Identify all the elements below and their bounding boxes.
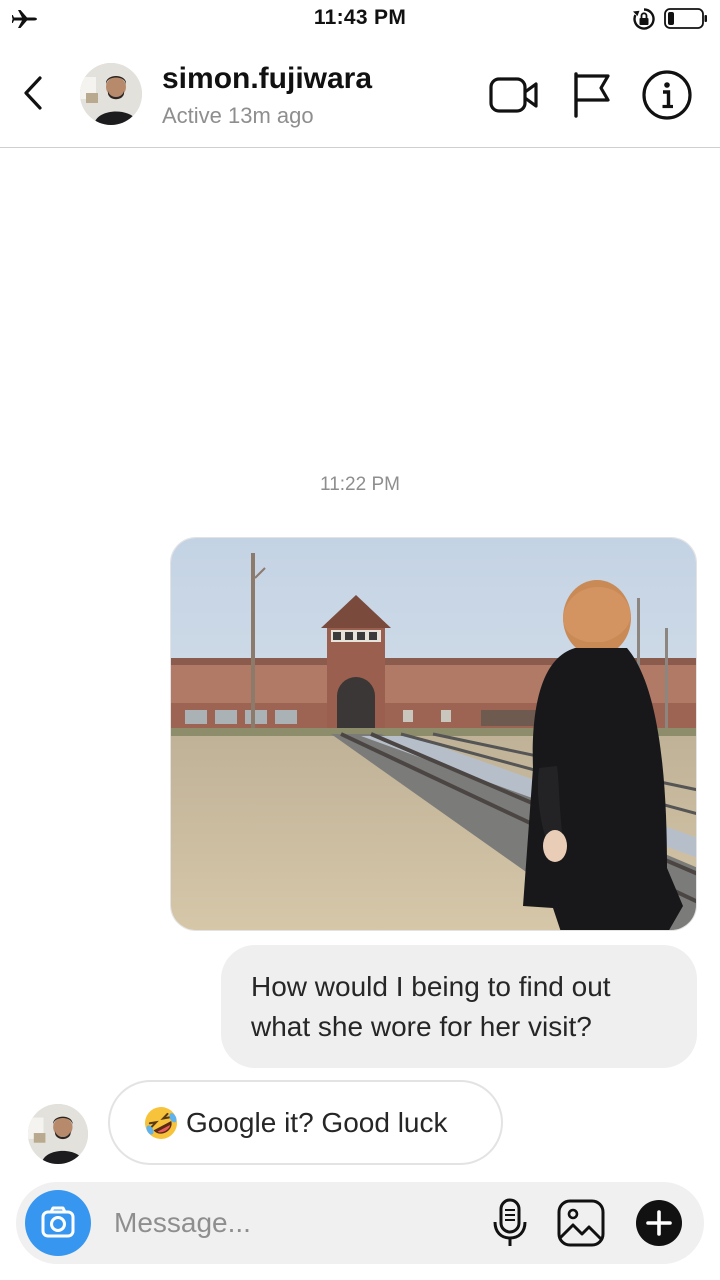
- info-icon[interactable]: [640, 68, 694, 122]
- avatar[interactable]: [80, 63, 142, 125]
- flag-icon[interactable]: [568, 68, 614, 120]
- sent-message-bubble[interactable]: How would I being to find out what she w…: [221, 945, 697, 1068]
- message-composer: [16, 1182, 704, 1264]
- plus-icon[interactable]: [634, 1198, 684, 1248]
- battery-icon: [664, 8, 707, 29]
- video-call-icon[interactable]: [486, 70, 542, 120]
- back-icon[interactable]: [16, 70, 52, 116]
- camera-icon: [41, 1206, 75, 1238]
- sent-photo[interactable]: [170, 537, 697, 931]
- message-timestamp: 11:22 PM: [320, 474, 400, 495]
- chat-header: simon.fujiwara Active 13m ago: [0, 40, 720, 148]
- sender-avatar[interactable]: [28, 1104, 88, 1164]
- rolling-on-floor-laughing-icon: [145, 1106, 177, 1139]
- chat-username[interactable]: simon.fujiwara: [162, 62, 372, 96]
- received-message-bubble[interactable]: Google it? Good luck: [108, 1080, 503, 1165]
- message-input[interactable]: [114, 1202, 474, 1244]
- received-message-text: Google it? Good luck: [186, 1106, 448, 1138]
- status-bar: 11:43 PM: [0, 0, 720, 40]
- rotation-lock-icon: [633, 8, 655, 30]
- microphone-icon[interactable]: [490, 1196, 530, 1250]
- active-status: Active 13m ago: [162, 103, 314, 128]
- gallery-icon[interactable]: [556, 1198, 606, 1248]
- camera-button[interactable]: [25, 1190, 91, 1256]
- status-time: 11:43 PM: [313, 6, 407, 29]
